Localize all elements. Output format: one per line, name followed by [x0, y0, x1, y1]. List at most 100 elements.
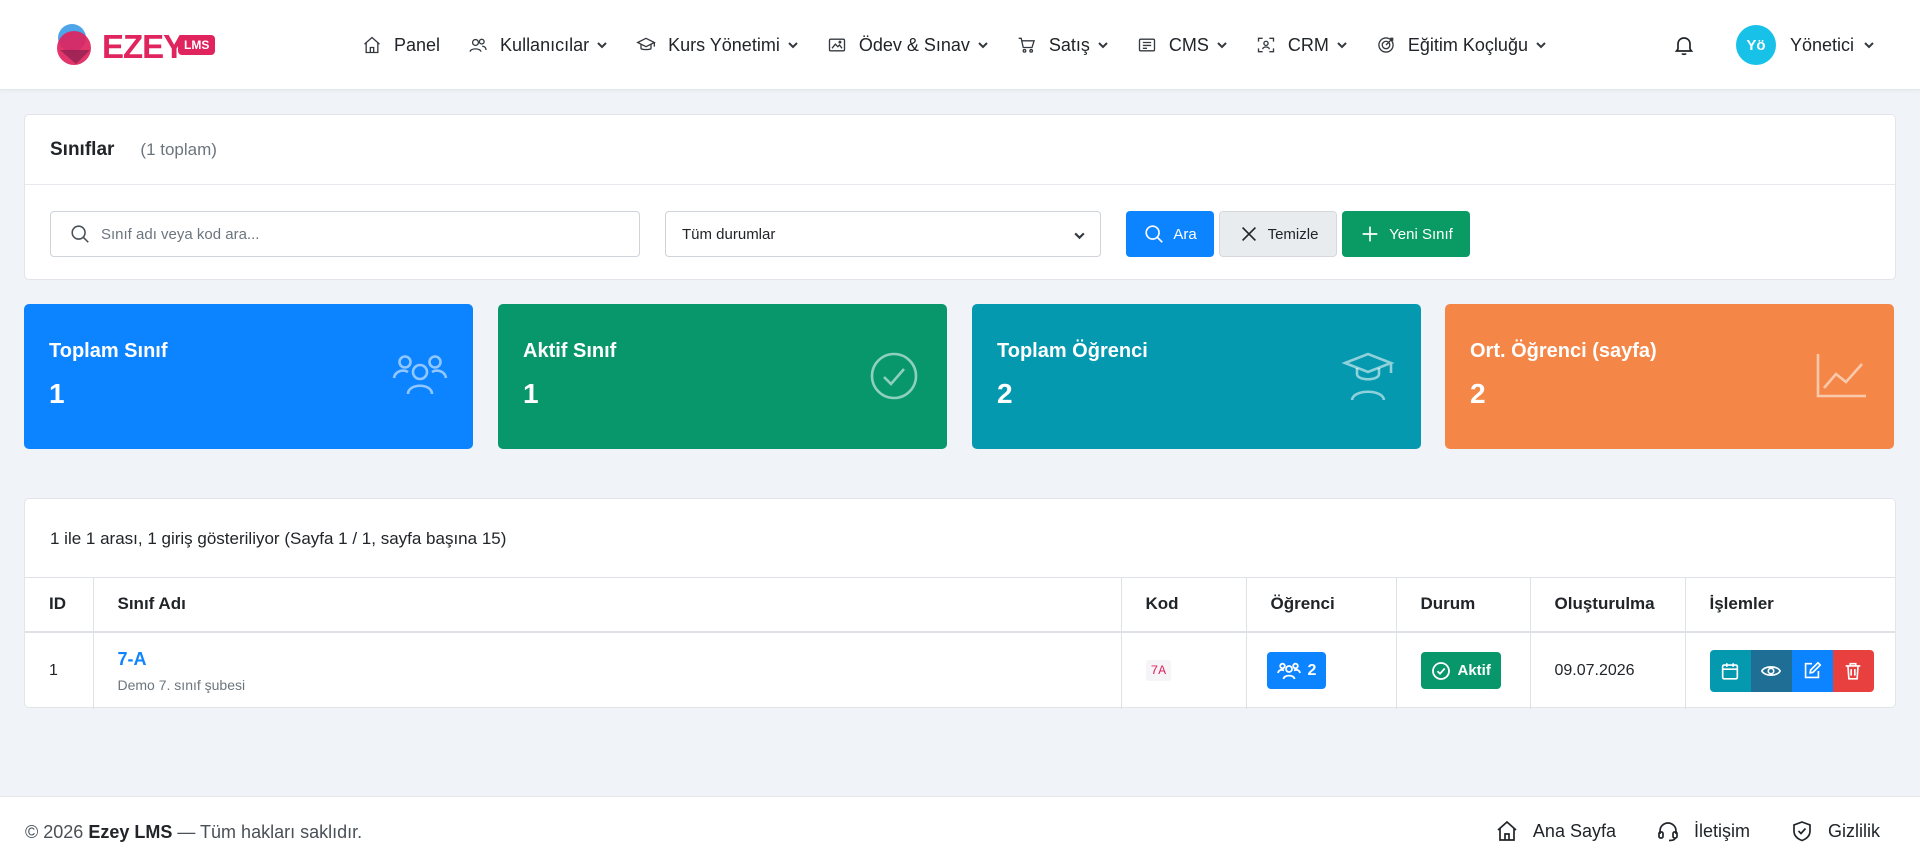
classes-table: ID Sınıf Adı Kod Öğrenci Durum Oluşturul…: [25, 577, 1895, 709]
stat-card-active-classes: Aktif Sınıf 1: [498, 304, 947, 449]
nav-item-cms[interactable]: CMS: [1123, 0, 1242, 90]
chevron-down-icon: [788, 42, 798, 49]
nav-label: Kullanıcılar: [500, 34, 590, 55]
search-field[interactable]: [50, 211, 640, 257]
footer-link-home[interactable]: Ana Sayfa: [1495, 819, 1616, 843]
cell-id: 1: [49, 661, 58, 679]
image-icon: [828, 38, 845, 52]
clear-button[interactable]: Temizle: [1219, 211, 1337, 257]
copyright: © 2026 Ezey LMS — Tüm hakları saklıdır.: [25, 822, 362, 843]
table-row: 1 7-A Demo 7. sınıf şubesi 7A 2 Aktif 09…: [25, 631, 1895, 709]
cell-created: 09.07.2026: [1529, 631, 1685, 709]
cart-icon: [1018, 37, 1035, 53]
copyright-year: © 2026: [25, 822, 84, 842]
cell-students: 2: [1245, 631, 1396, 709]
graduation-cap-icon: [636, 37, 656, 51]
close-icon: [1241, 226, 1256, 242]
edit-button[interactable]: [1791, 649, 1833, 692]
cell-name: 7-A Demo 7. sınıf şubesi: [92, 631, 1121, 709]
stat-value: 1: [523, 378, 539, 409]
new-class-button-label: Yeni Sınıf: [1389, 225, 1453, 243]
stat-card-total-students: Toplam Öğrenci 2: [972, 304, 1421, 449]
users-icon: [1276, 662, 1301, 679]
target-icon: [1378, 37, 1394, 53]
status-select-value: Tüm durumlar: [682, 225, 776, 243]
brand-logo[interactable]: EZEY LMS: [50, 20, 230, 72]
status-badge: Aktif: [1420, 652, 1501, 689]
search-input[interactable]: [101, 225, 621, 243]
stat-value: 2: [1470, 378, 1486, 409]
stat-label: Toplam Öğrenci: [997, 340, 1148, 362]
eye-icon: [1760, 665, 1782, 676]
page-footer: © 2026 Ezey LMS — Tüm hakları saklıdır. …: [0, 796, 1920, 868]
col-code[interactable]: Kod: [1120, 577, 1246, 633]
chevron-down-icon: [1217, 42, 1227, 49]
stat-card-total-classes: Toplam Sınıf 1: [24, 304, 473, 449]
classes-table-card: 1 ile 1 arası, 1 giriş gösteriliyor (Say…: [24, 498, 1896, 709]
nav-item-users[interactable]: Kullanıcılar: [454, 0, 622, 90]
plus-icon: [1362, 226, 1378, 242]
users-icon: [469, 38, 487, 52]
logo-text: EZEY: [102, 28, 185, 65]
cell-code: 7A: [1120, 631, 1246, 709]
col-name[interactable]: Sınıf Adı: [92, 577, 1121, 633]
logo-badge: LMS: [178, 35, 216, 55]
scan-user-icon: [1257, 37, 1275, 53]
chevron-down-icon: [1098, 42, 1108, 49]
search-icon: [1145, 225, 1164, 243]
top-navbar: EZEY LMS Panel Kullanıcılar Kurs Yönetim…: [0, 0, 1920, 90]
notifications-button[interactable]: [1672, 33, 1696, 57]
class-name-link[interactable]: 7-A: [118, 649, 1121, 670]
footer-link-privacy[interactable]: Gizlilik: [1790, 819, 1880, 843]
status-select[interactable]: Tüm durumlar: [665, 211, 1101, 257]
users-icon: [391, 350, 449, 402]
col-actions: İşlemler: [1684, 577, 1895, 633]
delete-button[interactable]: [1832, 649, 1874, 692]
stat-label: Ort. Öğrenci (sayfa): [1470, 340, 1657, 362]
check-circle-icon: [1431, 661, 1450, 680]
nav-label: Kurs Yönetimi: [668, 34, 780, 55]
footer-link-label: İletişim: [1693, 820, 1750, 841]
nav-label: Eğitim Koçluğu: [1407, 34, 1528, 55]
col-status[interactable]: Durum: [1395, 577, 1530, 633]
pagination-info: 1 ile 1 arası, 1 giriş gösteriliyor (Say…: [50, 529, 507, 548]
filter-card: Sınıflar (1 toplam) Tüm durumlar Ara Tem…: [24, 114, 1896, 280]
headset-icon: [1658, 822, 1678, 842]
nav-item-crm[interactable]: CRM: [1242, 0, 1362, 90]
chevron-down-icon: [1074, 232, 1085, 240]
main-nav: Panel Kullanıcılar Kurs Yönetimi Ödev & …: [348, 0, 1561, 90]
filter-header: Sınıflar (1 toplam): [25, 115, 1895, 185]
nav-label: Ödev & Sınav: [858, 34, 970, 55]
nav-item-courses[interactable]: Kurs Yönetimi: [622, 0, 813, 90]
nav-item-panel[interactable]: Panel: [348, 0, 454, 90]
footer-link-label: Ana Sayfa: [1532, 820, 1616, 841]
students-badge[interactable]: 2: [1266, 652, 1327, 689]
footer-link-contact[interactable]: İletişim: [1656, 819, 1750, 843]
col-id[interactable]: ID: [25, 577, 93, 633]
nav-item-assignments[interactable]: Ödev & Sınav: [813, 0, 1003, 90]
nav-item-coaching[interactable]: Eğitim Koçluğu: [1362, 0, 1561, 90]
avatar: Yö: [1736, 25, 1776, 65]
chevron-down-icon: [978, 42, 988, 49]
col-students[interactable]: Öğrenci: [1245, 577, 1396, 633]
search-button[interactable]: Ara: [1126, 211, 1214, 257]
stat-label: Toplam Sınıf: [49, 340, 168, 362]
copyright-company: Ezey LMS: [88, 822, 173, 842]
schedule-button[interactable]: [1709, 649, 1751, 692]
page-title: Sınıflar: [50, 138, 115, 160]
shield-check-icon: [1793, 821, 1811, 842]
nav-item-sales[interactable]: Satış: [1003, 0, 1123, 90]
students-count: 2: [1307, 661, 1317, 679]
chevron-down-icon: [597, 42, 607, 49]
footer-links: Ana Sayfa İletişim Gizlilik: [1495, 815, 1880, 847]
view-button[interactable]: [1750, 649, 1792, 692]
check-circle-icon: [865, 350, 923, 402]
col-created[interactable]: Oluşturulma: [1529, 577, 1685, 633]
nav-label: CMS: [1168, 34, 1209, 55]
nav-label: CRM: [1287, 34, 1329, 55]
chevron-down-icon: [1337, 42, 1347, 49]
search-button-label: Ara: [1173, 225, 1197, 243]
user-menu[interactable]: Yö Yönetici: [1736, 25, 1875, 65]
trash-icon: [1845, 662, 1861, 680]
new-class-button[interactable]: Yeni Sınıf: [1342, 211, 1470, 257]
